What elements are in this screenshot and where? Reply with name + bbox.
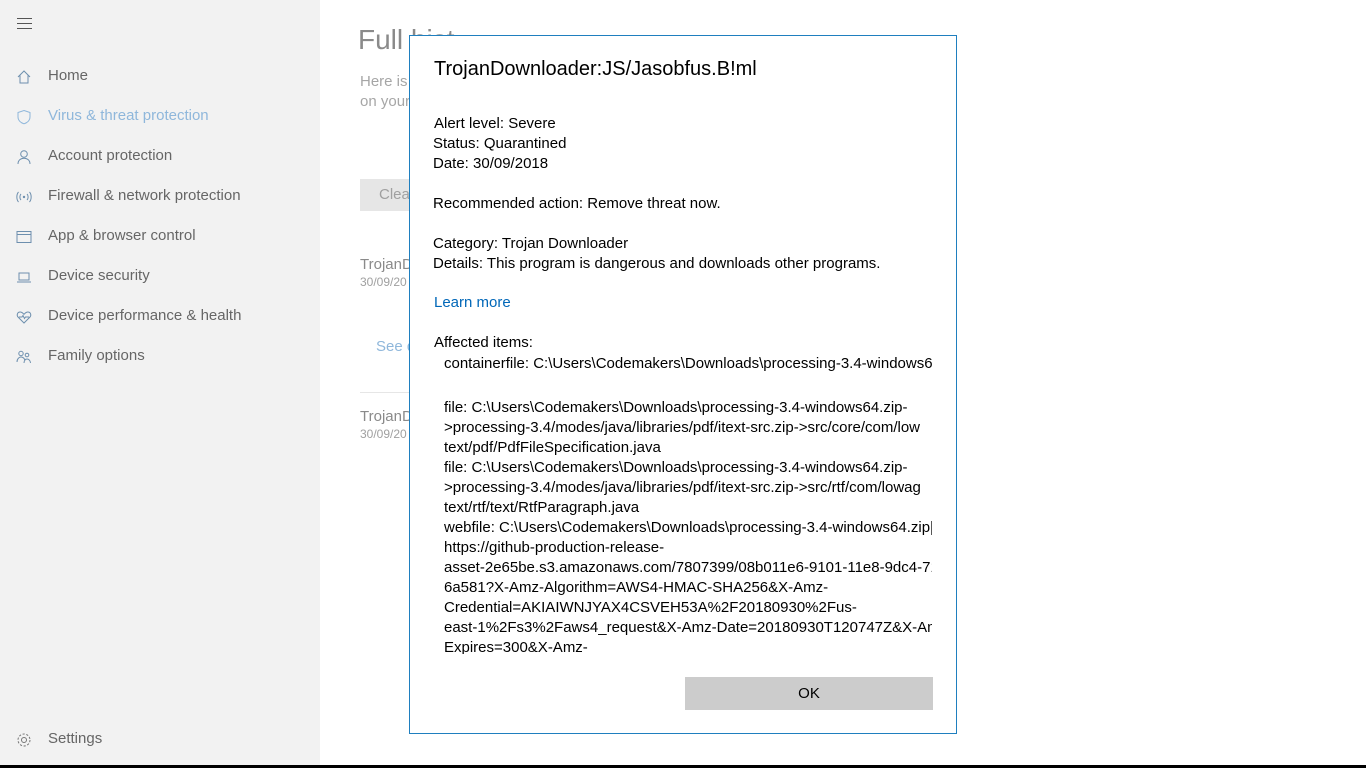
- ok-button[interactable]: OK: [685, 677, 933, 710]
- sidebar-item-virus-threat-protection[interactable]: Virus & threat protection: [0, 97, 320, 137]
- sidebar-item-account-protection[interactable]: Account protection: [0, 137, 320, 177]
- learn-more-link[interactable]: Learn more: [434, 294, 511, 311]
- sidebar-item-label: Device performance & health: [48, 307, 242, 324]
- sidebar-item-device-performance[interactable]: Device performance & health: [0, 297, 320, 337]
- affected-items-label: Affected items:: [434, 334, 533, 351]
- person-icon: [16, 149, 32, 165]
- category: Category: Trojan Downloader: [433, 235, 629, 252]
- settings-label: Settings: [48, 730, 103, 747]
- details: Details: This program is dangerous and d…: [433, 255, 881, 272]
- sidebar-item-home[interactable]: Home: [0, 57, 320, 97]
- home-icon: [16, 69, 32, 85]
- affected-item: file: C:\Users\Codemakers\Downloads\proc…: [444, 459, 921, 516]
- wifi-icon: [16, 189, 32, 205]
- sidebar-nav: Home Virus & threat protection Account p…: [0, 57, 320, 377]
- sidebar-item-label: Account protection: [48, 147, 173, 164]
- recommended-action: Recommended action: Remove threat now.: [433, 195, 721, 212]
- sidebar-item-family-options[interactable]: Family options: [0, 337, 320, 377]
- sidebar-item-app-browser-control[interactable]: App & browser control: [0, 217, 320, 257]
- affected-item: file: C:\Users\Codemakers\Downloads\proc…: [444, 399, 921, 456]
- sidebar-item-firewall[interactable]: Firewall & network protection: [0, 177, 320, 217]
- threat-details-dialog: TrojanDownloader:JS/Jasobfus.B!ml Alert …: [409, 35, 957, 734]
- hamburger-menu-icon[interactable]: [17, 18, 33, 30]
- sidebar-item-label: App & browser control: [48, 227, 196, 244]
- affected-items-list[interactable]: containerfile: C:\Users\Codemakers\Downl…: [444, 354, 932, 654]
- sidebar-item-label: Family options: [48, 347, 145, 364]
- sidebar-item-label: Firewall & network protection: [48, 187, 241, 204]
- sidebar: Home Virus & threat protection Account p…: [0, 0, 320, 766]
- status: Status: Quarantined: [433, 135, 567, 152]
- laptop-icon: [16, 269, 32, 285]
- affected-item-spacer: [444, 374, 932, 398]
- date: Date: 30/09/2018: [433, 155, 549, 172]
- sidebar-item-device-security[interactable]: Device security: [0, 257, 320, 297]
- windows-security-app: Home Virus & threat protection Account p…: [0, 0, 1366, 768]
- sidebar-item-label: Device security: [48, 267, 150, 284]
- gear-icon: [16, 732, 32, 748]
- window-icon: [16, 229, 32, 245]
- alert-level: Alert level: Severe: [434, 115, 556, 132]
- affected-item: webfile: C:\Users\Codemakers\Downloads\p…: [444, 519, 932, 654]
- heart-icon: [16, 309, 32, 325]
- sidebar-item-label: Home: [48, 67, 89, 84]
- family-icon: [16, 349, 32, 365]
- dialog-title: TrojanDownloader:JS/Jasobfus.B!ml: [434, 58, 757, 80]
- shield-icon: [16, 109, 32, 125]
- affected-item: containerfile: C:\Users\Codemakers\Downl…: [444, 355, 932, 372]
- sidebar-item-settings[interactable]: Settings: [0, 720, 320, 760]
- sidebar-item-label: Virus & threat protection: [48, 107, 209, 124]
